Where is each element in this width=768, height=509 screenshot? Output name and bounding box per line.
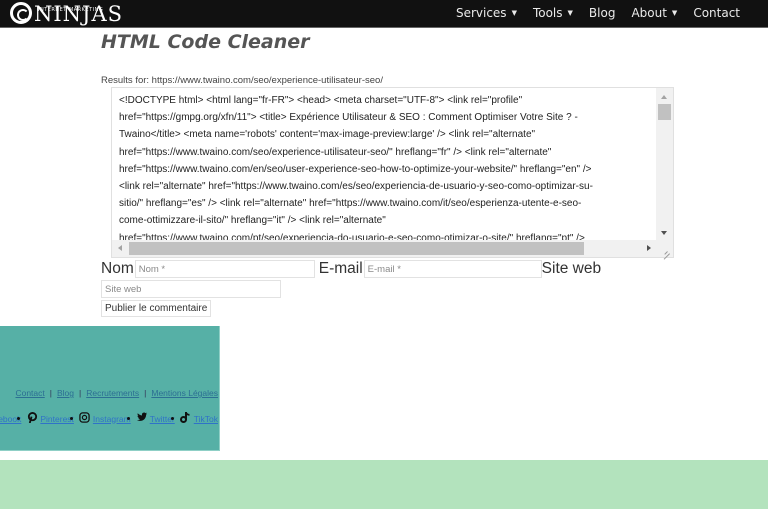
- nav-item-tools[interactable]: Tools ▼: [533, 6, 573, 20]
- comment-form-row: Nom E-mail Site web: [101, 259, 601, 279]
- logo-swirl-icon: [10, 2, 32, 24]
- code-output-text[interactable]: <!DOCTYPE html> <html lang="fr-FR"> <hea…: [119, 92, 649, 244]
- footer-link-blog[interactable]: Blog: [57, 388, 74, 398]
- horizontal-scroll-thumb[interactable]: [129, 242, 584, 255]
- social-links: Facebook Pinterest Instagram Twitter Tik…: [0, 411, 218, 426]
- pinterest-icon: [26, 411, 38, 426]
- top-navbar: INTERNET MARKETING NINJAS Services ▼ Too…: [0, 0, 768, 28]
- nav-label: Tools: [532, 6, 563, 20]
- social-label: TikTok: [193, 413, 218, 424]
- main-nav: Services ▼ Tools ▼ Blog About ▼ Contact: [440, 0, 740, 26]
- results-label: Results for: https://www.twaino.com/seo/…: [101, 75, 383, 86]
- nav-label: About: [631, 6, 667, 20]
- twitter-icon: [136, 412, 148, 425]
- logo-tagline: INTERNET MARKETING: [38, 7, 104, 13]
- page-title: HTML Code Cleaner: [101, 31, 310, 53]
- footer-link-mentions-legales[interactable]: Mentions Légales: [151, 388, 218, 398]
- bullet-icon: [69, 417, 73, 420]
- separator: |: [79, 388, 82, 398]
- vertical-scrollbar[interactable]: [656, 88, 673, 241]
- scroll-left-icon[interactable]: [118, 245, 122, 251]
- social-label: Pinterest: [40, 413, 74, 424]
- social-link-tiktok[interactable]: TikTok: [180, 411, 218, 426]
- nav-label: Blog: [588, 6, 616, 20]
- vertical-scroll-thumb[interactable]: [658, 104, 671, 120]
- social-link-pinterest[interactable]: Pinterest: [26, 411, 75, 426]
- caret-down-icon: ▼: [567, 9, 573, 17]
- nav-item-services[interactable]: Services ▼: [456, 6, 517, 20]
- separator: |: [49, 388, 52, 398]
- horizontal-scrollbar[interactable]: [112, 240, 658, 257]
- scroll-up-icon[interactable]: [661, 95, 667, 99]
- social-label: Instagram: [92, 413, 131, 424]
- nav-item-about[interactable]: About ▼: [631, 6, 677, 20]
- separator: |: [144, 388, 147, 398]
- resize-handle-icon[interactable]: [656, 240, 673, 257]
- nav-item-blog[interactable]: Blog: [589, 6, 616, 20]
- scroll-right-icon[interactable]: [647, 245, 651, 251]
- nav-label: Contact: [693, 6, 740, 20]
- tiktok-icon: [180, 411, 192, 426]
- bullet-icon: [170, 417, 174, 420]
- website-input[interactable]: [101, 280, 281, 298]
- logo-text: INTERNET MARKETING NINJAS: [34, 2, 123, 26]
- name-label: Nom: [101, 260, 134, 277]
- caret-down-icon: ▼: [671, 9, 678, 17]
- footer-box: Contact | Blog | Recrutements | Mentions…: [0, 326, 220, 451]
- social-link-instagram[interactable]: Instagram: [79, 411, 132, 426]
- footer-link-recrutements[interactable]: Recrutements: [86, 388, 139, 398]
- social-link-facebook[interactable]: Facebook: [0, 414, 22, 424]
- footer-links: Contact | Blog | Recrutements | Mentions…: [15, 388, 218, 398]
- instagram-icon: [79, 411, 91, 426]
- site-logo[interactable]: INTERNET MARKETING NINJAS: [10, 0, 123, 26]
- code-output-textarea[interactable]: <!DOCTYPE html> <html lang="fr-FR"> <hea…: [111, 87, 674, 258]
- footer-link-contact[interactable]: Contact: [15, 388, 44, 398]
- nav-label: Services: [455, 6, 507, 20]
- bottom-band: [0, 460, 768, 509]
- submit-comment-button[interactable]: Publier le commentaire: [101, 300, 212, 317]
- bullet-icon: [126, 417, 130, 420]
- website-label: Site web: [541, 260, 602, 277]
- email-input[interactable]: [363, 260, 542, 278]
- caret-down-icon: ▼: [511, 9, 517, 17]
- name-input[interactable]: [134, 260, 315, 278]
- email-label: E-mail: [318, 260, 363, 277]
- social-link-twitter[interactable]: Twitter: [136, 412, 176, 425]
- nav-item-contact[interactable]: Contact: [693, 6, 740, 20]
- scroll-down-icon[interactable]: [661, 231, 667, 235]
